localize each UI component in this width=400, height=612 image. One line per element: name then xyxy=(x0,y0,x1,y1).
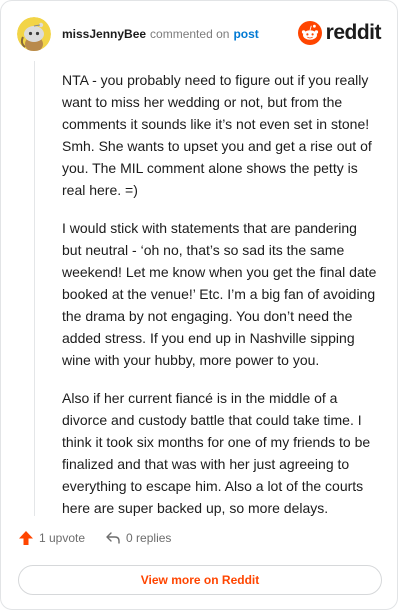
comment-paragraph: NTA - you probably need to figure out if… xyxy=(62,72,372,198)
post-link[interactable]: post xyxy=(233,27,258,41)
comment-paragraph: I would stick with statements that are p… xyxy=(62,220,377,368)
comment-paragraph: Also if her current fiancé is in the mid… xyxy=(62,390,371,516)
upvote-count: 1 upvote xyxy=(39,531,86,545)
upvote-button[interactable]: 1 upvote xyxy=(18,530,85,546)
replies-button[interactable]: 0 replies xyxy=(105,530,171,546)
replies-count: 0 replies xyxy=(126,531,172,545)
comment-meta: missJennyBee commented on post xyxy=(62,27,259,41)
user-avatar[interactable] xyxy=(17,17,51,51)
comment-header: missJennyBee commented on post reddit xyxy=(17,17,382,51)
reddit-logo-icon xyxy=(297,21,322,45)
username[interactable]: missJennyBee xyxy=(62,27,146,41)
comment-body: NTA - you probably need to figure out if… xyxy=(62,69,380,535)
thread-line xyxy=(34,61,35,516)
snoo-avatar-icon xyxy=(17,17,51,51)
reply-arrow-icon xyxy=(106,532,120,544)
view-more-button[interactable]: View more on Reddit xyxy=(18,565,382,595)
comment-action-text: commented on xyxy=(150,27,230,41)
upvote-arrow-icon xyxy=(19,531,33,545)
comment-embed-card: missJennyBee commented on post reddit NT… xyxy=(0,0,398,610)
reddit-brand[interactable]: reddit xyxy=(297,21,382,45)
comment-actions: 1 upvote 0 replies xyxy=(18,530,171,546)
reddit-wordmark: reddit xyxy=(325,21,382,44)
